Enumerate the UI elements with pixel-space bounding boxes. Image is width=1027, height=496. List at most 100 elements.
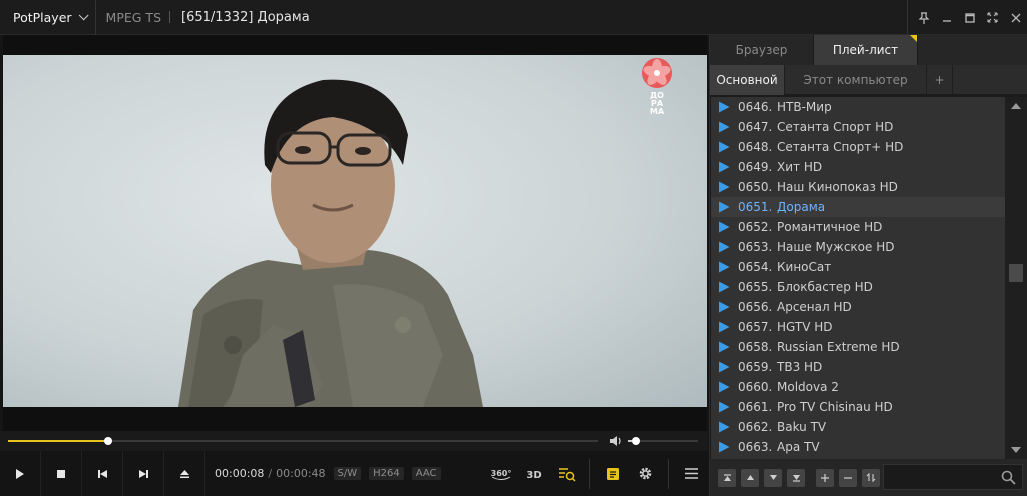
eject-button[interactable]: [164, 451, 205, 496]
playlist-item[interactable]: 0651. Дорама: [711, 197, 1005, 217]
remove-item-button[interactable]: [839, 468, 857, 487]
video-letterbox-bottom: [3, 407, 707, 431]
playlist-item[interactable]: 0646. НТВ-Мир: [711, 97, 1005, 117]
seek-handle[interactable]: [104, 437, 113, 445]
scroll-down-icon[interactable]: [1011, 447, 1021, 453]
playlist-toggle-button[interactable]: [596, 451, 629, 496]
play-button[interactable]: [0, 451, 41, 496]
video-frame[interactable]: ДО РА МА: [3, 55, 707, 407]
playlist-item-number: 0662.: [738, 420, 773, 434]
playlist-item[interactable]: 0649. Хит HD: [711, 157, 1005, 177]
scroll-up-icon[interactable]: [1011, 103, 1021, 109]
playlist-item-number: 0650.: [738, 180, 773, 194]
controls-divider: [589, 458, 590, 489]
video-codec-tag[interactable]: H264: [369, 467, 404, 480]
current-time[interactable]: 00:00:08: [205, 467, 264, 480]
previous-button[interactable]: [82, 451, 123, 496]
add-subtab-button[interactable]: +: [927, 65, 953, 95]
move-bottom-icon: [792, 474, 800, 482]
playlist-item-title: Moldova 2: [777, 380, 839, 394]
play-icon: [719, 141, 730, 153]
move-down-button[interactable]: [764, 468, 782, 487]
move-top-icon: [723, 473, 731, 481]
svg-text:МА: МА: [650, 107, 665, 116]
move-up-button[interactable]: [741, 468, 759, 487]
play-icon: [16, 468, 24, 479]
total-time[interactable]: 00:00:48: [276, 467, 325, 480]
volume-icon[interactable]: [608, 434, 624, 448]
add-item-button[interactable]: [816, 468, 834, 487]
close-button[interactable]: [1004, 0, 1027, 35]
sort-button[interactable]: [862, 468, 880, 487]
gear-icon: [639, 467, 652, 480]
stop-icon: [57, 469, 65, 478]
video-scene-image: [178, 79, 483, 407]
menu-button[interactable]: [675, 451, 708, 496]
playlist-item-number: 0656.: [738, 300, 773, 314]
right-controls: 360° 3D: [484, 451, 708, 496]
playlist-item[interactable]: 0655. Блокбастер HD: [711, 277, 1005, 297]
settings-button[interactable]: [629, 451, 662, 496]
playlist-item-number: 0660.: [738, 380, 773, 394]
video-letterbox-top: [3, 35, 707, 55]
playlist-search-button[interactable]: [550, 451, 583, 496]
playlist-item[interactable]: 0647. Сетанта Спорт HD: [711, 117, 1005, 137]
hamburger-icon: [685, 468, 698, 479]
playlist-search-input[interactable]: [883, 464, 1023, 490]
move-bottom-button[interactable]: [787, 468, 805, 487]
subtab-this-computer[interactable]: Этот компьютер: [785, 65, 927, 95]
search-icon[interactable]: [1001, 470, 1016, 485]
playlist-item[interactable]: 0660. Moldova 2: [711, 377, 1005, 397]
playlist-item[interactable]: 0656. Арсенал HD: [711, 297, 1005, 317]
playlist-panel: Браузер Плей-лист Основной Этот компьюте…: [709, 35, 1027, 496]
fullscreen-button[interactable]: [981, 0, 1004, 35]
play-icon: [719, 401, 730, 413]
svg-text:360°: 360°: [490, 469, 511, 478]
play-icon: [719, 301, 730, 313]
move-up-icon: [746, 475, 754, 480]
playlist-item[interactable]: 0657. HGTV HD: [711, 317, 1005, 337]
audio-codec-tag[interactable]: AAC: [411, 467, 441, 480]
tab-browser[interactable]: Браузер: [710, 35, 814, 65]
seek-bar[interactable]: [8, 437, 598, 445]
vr-360-button[interactable]: 360°: [484, 451, 517, 496]
next-button[interactable]: [123, 451, 164, 496]
playlist-item[interactable]: 0658. Russian Extreme HD: [711, 337, 1005, 357]
playlist-item-number: 0652.: [738, 220, 773, 234]
stop-button[interactable]: [41, 451, 82, 496]
playlist-item[interactable]: 0663. Apa TV: [711, 437, 1005, 457]
subtab-main[interactable]: Основной: [710, 65, 785, 95]
move-top-button[interactable]: [718, 468, 736, 487]
decoder-tag[interactable]: S/W: [333, 467, 362, 480]
app-menu-button[interactable]: PotPlayer: [0, 0, 96, 35]
3d-button[interactable]: 3D: [517, 451, 550, 496]
playlist-item-number: 0663.: [738, 440, 773, 454]
minimize-button[interactable]: [935, 0, 958, 35]
playlist-item-title: Дорама: [777, 200, 826, 214]
playlist-item[interactable]: 0654. КиноСат: [711, 257, 1005, 277]
playlist-item[interactable]: 0662. Baku TV: [711, 417, 1005, 437]
volume-level: [628, 440, 632, 442]
playlist-item[interactable]: 0652. Романтичное HD: [711, 217, 1005, 237]
playlist-item-number: 0657.: [738, 320, 773, 334]
pin-button[interactable]: [912, 0, 935, 35]
playlist-item[interactable]: 0659. ТВ3 HD: [711, 357, 1005, 377]
playlist-item[interactable]: 0648. Сетанта Спорт+ HD: [711, 137, 1005, 157]
volume-slider[interactable]: [628, 437, 698, 445]
playlist-item[interactable]: 0661. Pro TV Chisinau HD: [711, 397, 1005, 417]
play-icon: [719, 101, 730, 113]
volume-handle[interactable]: [631, 437, 640, 445]
playlist-item[interactable]: 0653. Наше Мужское HD: [711, 237, 1005, 257]
controls-divider-2: [668, 458, 669, 489]
maximize-icon: [964, 12, 975, 23]
playlist-item-number: 0653.: [738, 240, 773, 254]
tab-playlist[interactable]: Плей-лист: [814, 35, 918, 65]
play-icon: [719, 121, 730, 133]
scroll-thumb[interactable]: [1009, 264, 1023, 282]
playlist-item[interactable]: 0650. Наш Кинопоказ HD: [711, 177, 1005, 197]
app-name: PotPlayer: [13, 9, 72, 25]
playlist-scrollbar[interactable]: [1005, 97, 1027, 459]
maximize-button[interactable]: [958, 0, 981, 35]
playlist-item-title: НТВ-Мир: [777, 100, 832, 114]
play-icon: [719, 201, 730, 213]
